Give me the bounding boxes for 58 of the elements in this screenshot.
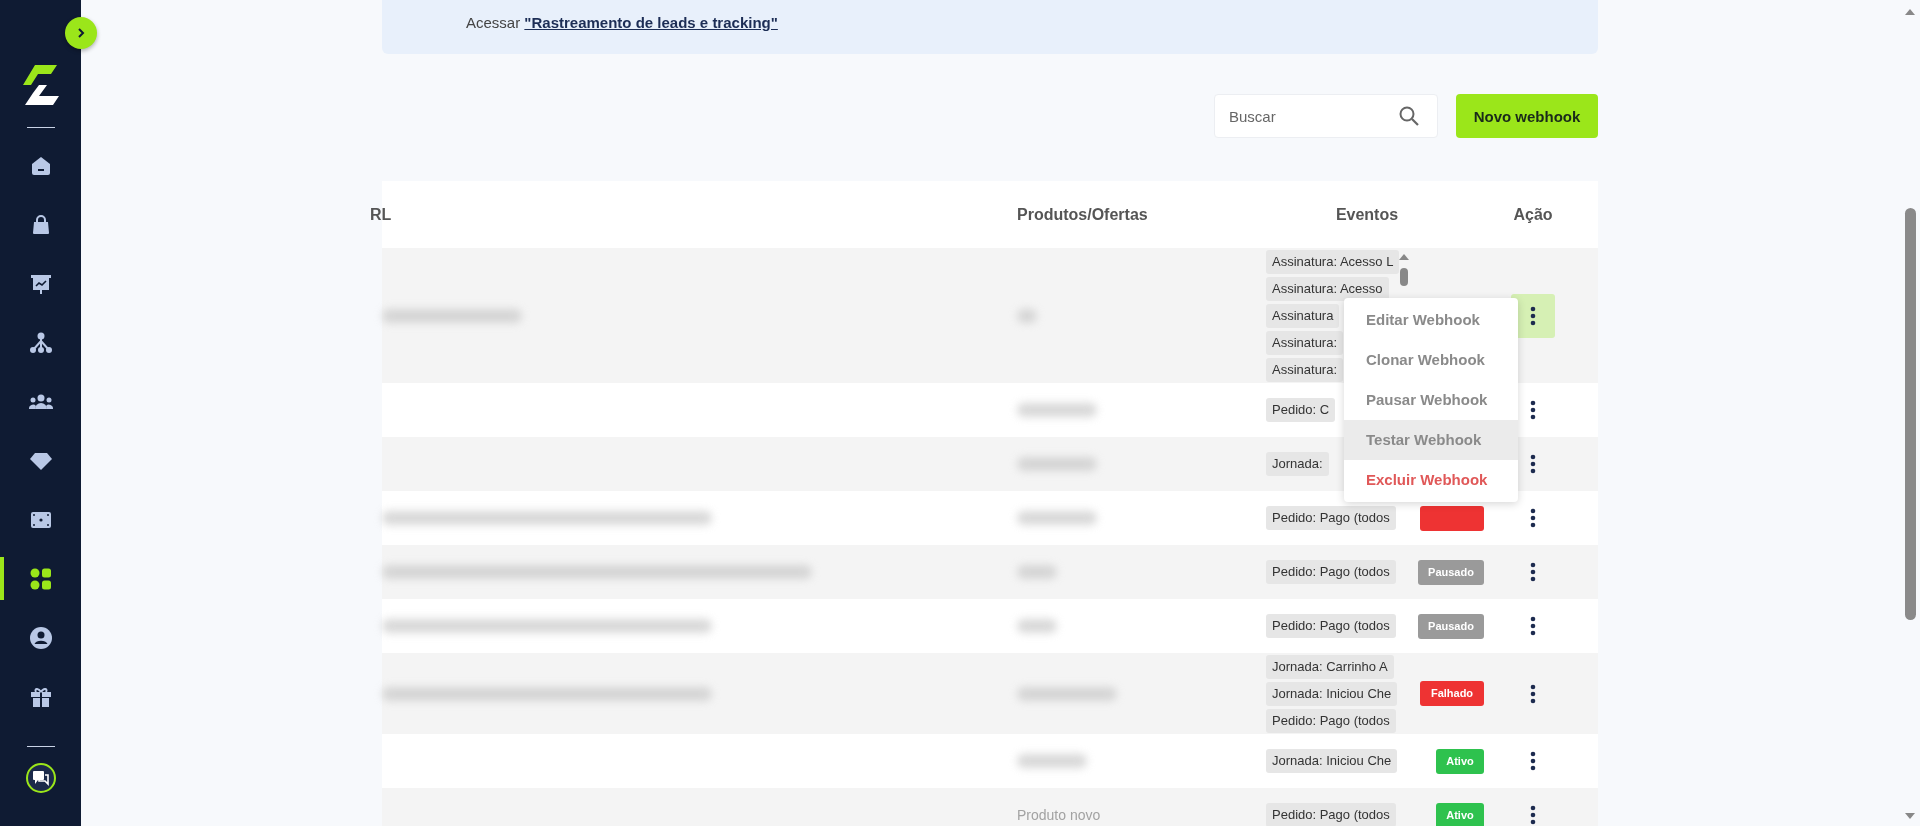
event-tag: Pedido: Pago (todos — [1266, 614, 1396, 638]
product-name: Produto novo — [1017, 807, 1101, 823]
chat-button[interactable] — [25, 763, 56, 793]
event-tag: Assinatura — [1266, 303, 1340, 328]
status-badge: Ativo — [1436, 802, 1484, 826]
status-badge: Pausado — [1418, 559, 1484, 585]
grid-icon — [28, 566, 53, 591]
event-tag: Pedido: Pago (todos — [1266, 506, 1396, 530]
event-tag: Assinatura: Acesso L — [1266, 249, 1400, 274]
search-icon — [1398, 105, 1420, 127]
new-webhook-button[interactable]: Novo webhook — [1456, 94, 1598, 138]
event-tag: Jornada: — [1266, 452, 1329, 476]
kebab-icon — [1530, 805, 1536, 825]
blurred-text — [1017, 619, 1057, 633]
event-tag: Pedido: C — [1266, 398, 1336, 422]
menu-item[interactable]: Editar Webhook — [1344, 300, 1518, 340]
event-tag: Pedido: Pago (todos — [1266, 708, 1396, 733]
event-tag: Pedido: Pago (todos — [1266, 560, 1396, 584]
scrollbar-thumb[interactable] — [1904, 208, 1916, 620]
column-header: Produtos/Ofertas — [1016, 205, 1149, 224]
tracking-link[interactable]: "Rastreamento de leads e tracking" — [524, 14, 778, 31]
blurred-text — [1017, 754, 1087, 768]
status-badge: Pausado — [1418, 613, 1484, 639]
kebab-icon — [1530, 305, 1536, 326]
column-header: Eventos — [1334, 205, 1400, 224]
search-field[interactable]: Buscar — [1214, 94, 1438, 138]
kebab-icon — [1530, 616, 1536, 636]
banner-text: Acessar — [466, 14, 521, 31]
menu-item[interactable]: Excluir Webhook — [1344, 460, 1518, 500]
column-header: Ação — [1512, 205, 1554, 224]
user-icon — [28, 625, 53, 650]
menu-item[interactable]: Clonar Webhook — [1344, 340, 1518, 380]
scroll-up-icon[interactable] — [1904, 8, 1916, 16]
logo-icon — [20, 63, 61, 107]
event-tag: Assinatura: Acesso — [1266, 276, 1389, 301]
event-tag: Pedido: Pago (todos — [1266, 803, 1396, 826]
kebab-icon — [1530, 508, 1536, 528]
status-badge: Ativo — [1436, 748, 1484, 774]
kebab-icon — [1530, 400, 1536, 420]
column-header: RL — [370, 205, 393, 224]
kebab-icon — [1530, 751, 1536, 771]
chat-icon — [31, 769, 50, 787]
kebab-icon — [1530, 454, 1536, 474]
event-tag: Assinatura: — [1266, 357, 1344, 382]
menu-item[interactable]: Testar Webhook — [1344, 420, 1518, 460]
status-badge: Falhado — [1420, 681, 1484, 706]
event-tag: Assinatura: — [1266, 330, 1344, 355]
menu-item[interactable]: Pausar Webhook — [1344, 380, 1518, 420]
expand-button[interactable] — [65, 17, 97, 49]
scroll-down-icon[interactable] — [1904, 812, 1916, 820]
kebab-icon — [1530, 562, 1536, 582]
event-tag: Jornada: Iniciou Che — [1266, 749, 1398, 773]
blurred-text — [1017, 565, 1057, 579]
event-tag: Jornada: Carrinho A — [1266, 654, 1394, 679]
event-tag: Jornada: Iniciou Che — [1266, 681, 1398, 706]
kebab-icon — [1530, 683, 1536, 704]
network-icon — [28, 330, 53, 355]
blurred-text — [1017, 308, 1037, 323]
